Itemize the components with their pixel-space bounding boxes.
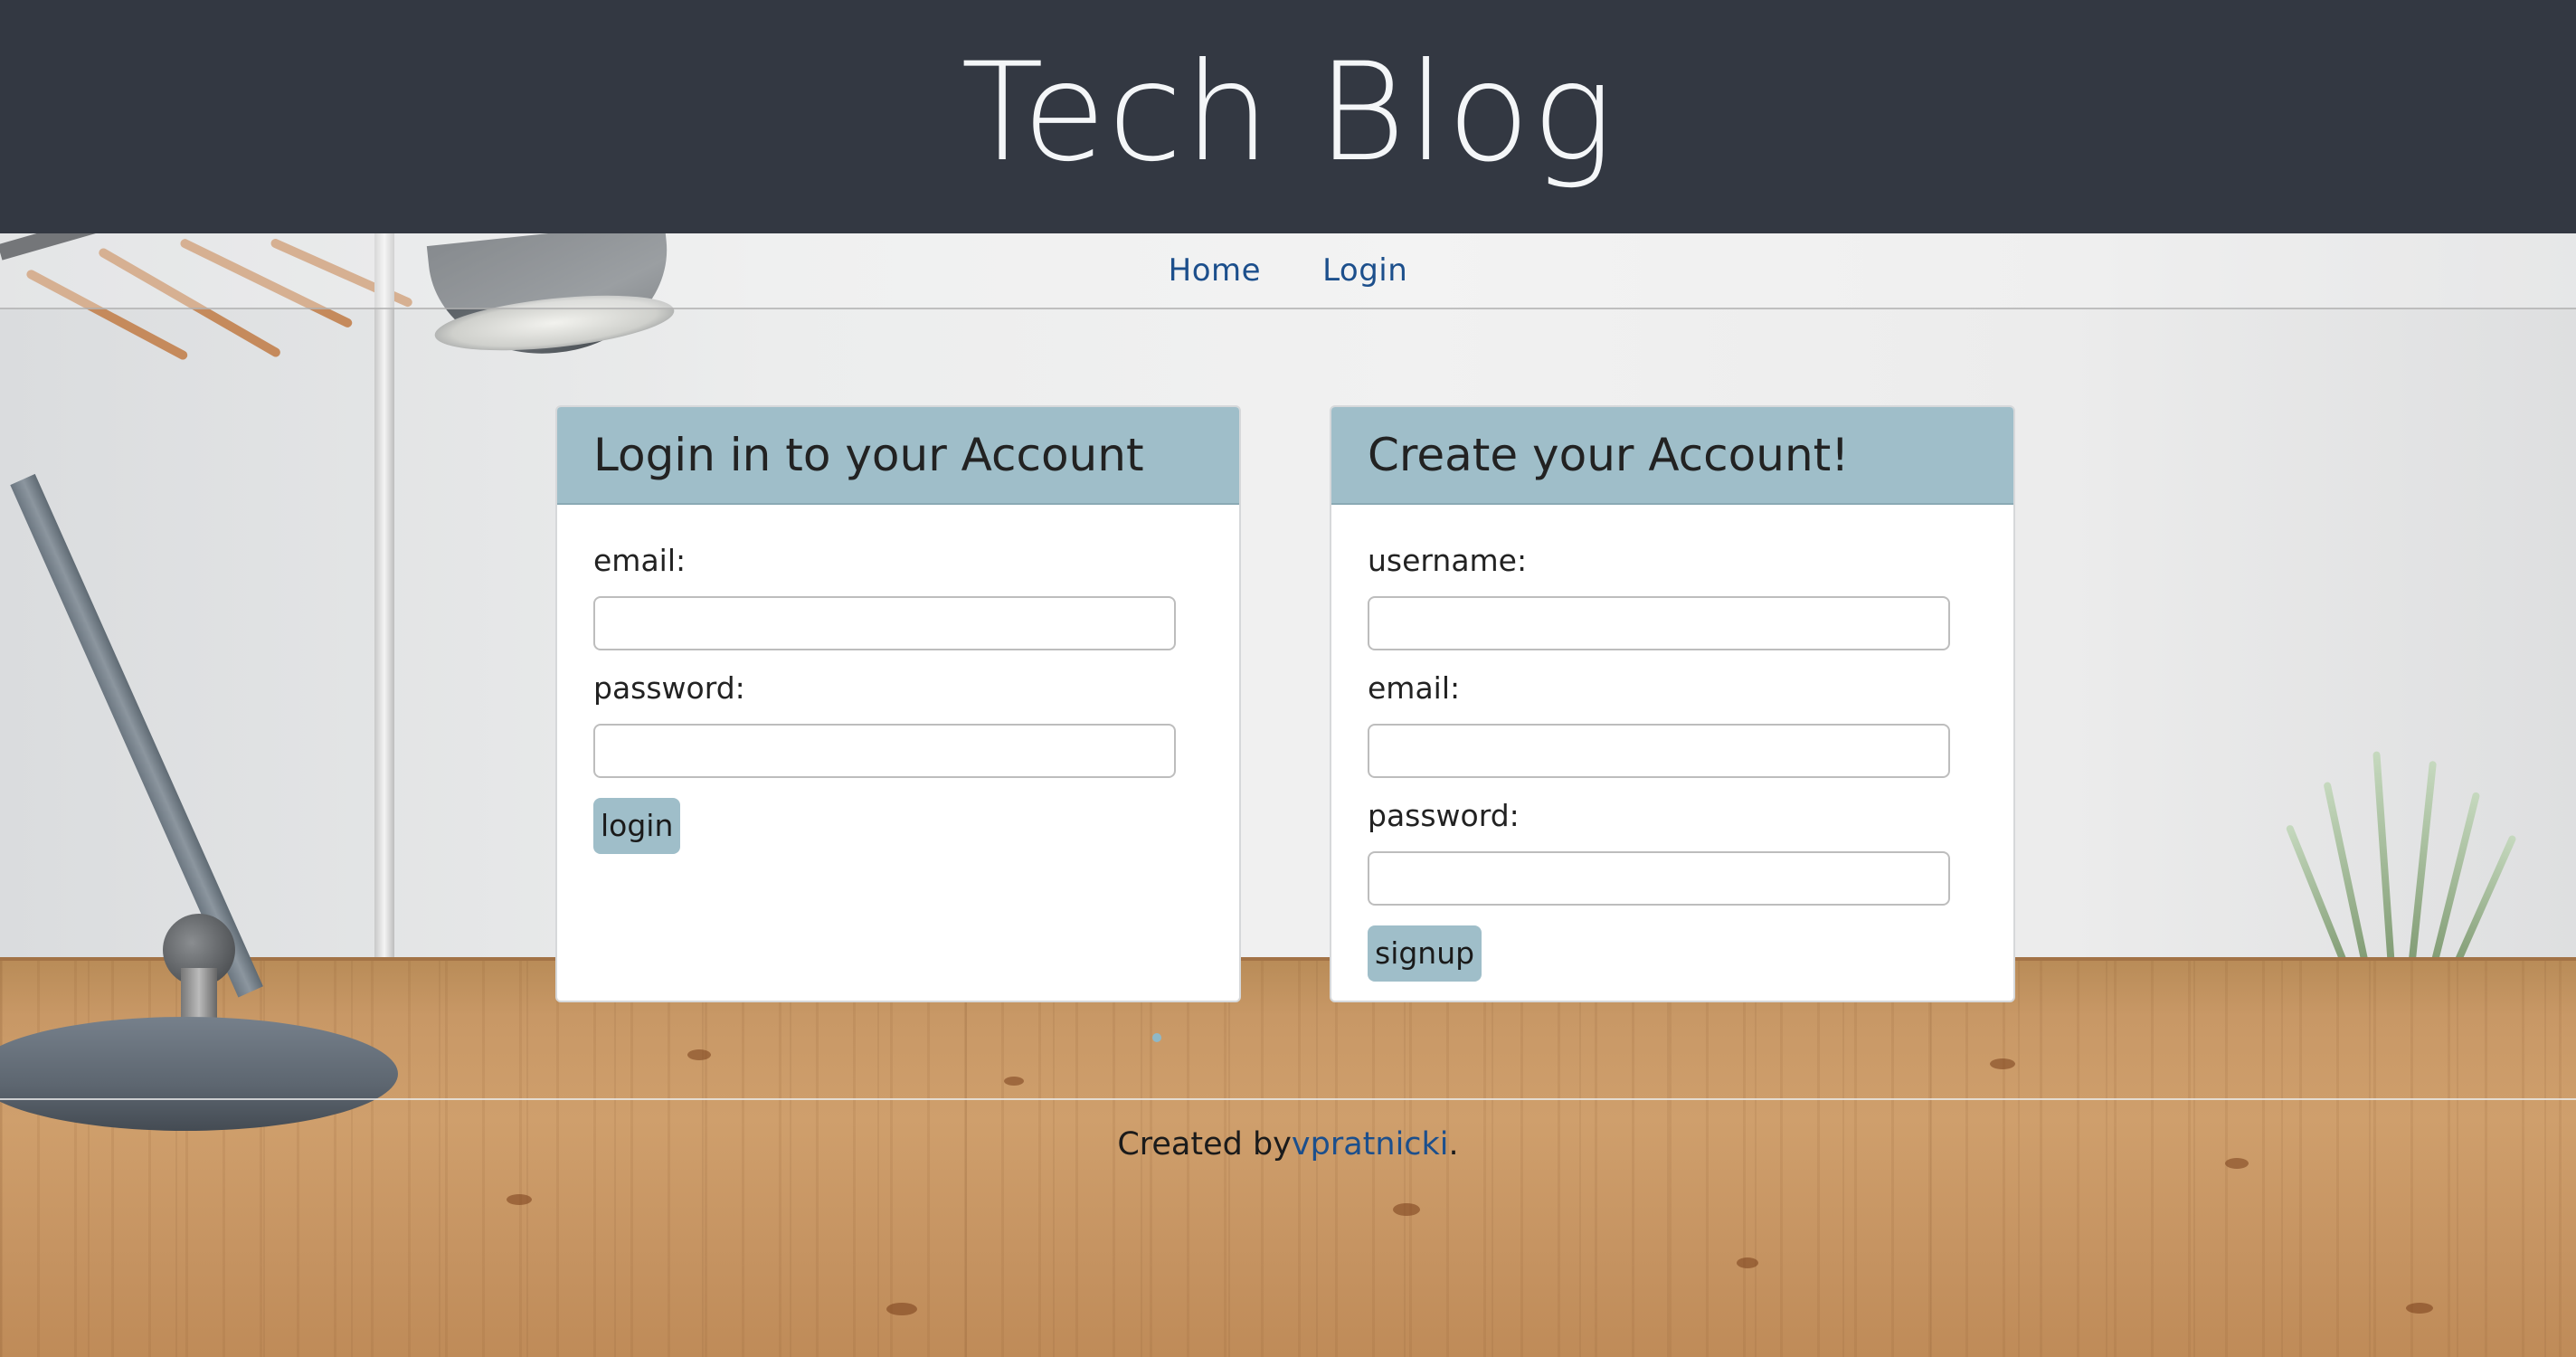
wood-knot [886, 1303, 917, 1315]
main-nav: Home Login [0, 233, 2576, 309]
login-form: email: password: login [557, 505, 1239, 854]
login-button[interactable]: login [593, 798, 681, 854]
floor-lamp-pole [374, 233, 394, 966]
site-footer: Created byvpratnicki. [0, 1126, 2576, 1162]
decorative-dot [1152, 1033, 1161, 1042]
wood-knot [1393, 1203, 1420, 1216]
signup-email-input[interactable] [1368, 724, 1950, 778]
wood-knot [687, 1049, 711, 1060]
signup-card-header: Create your Account! [1331, 407, 2013, 505]
signup-password-label: password: [1368, 798, 1520, 833]
signup-username-input[interactable] [1368, 596, 1950, 650]
login-email-label: email: [593, 543, 687, 578]
site-header: Tech Blog [0, 0, 2576, 233]
signup-email-label: email: [1368, 670, 1461, 706]
login-card: Login in to your Account email: password… [555, 405, 1241, 1002]
footer-credit-suffix: . [1448, 1126, 1459, 1162]
nav-link-login[interactable]: Login [1322, 252, 1407, 289]
login-email-input[interactable] [593, 596, 1176, 650]
footer-divider [0, 1098, 2576, 1100]
footer-author-link[interactable]: vpratnicki [1292, 1126, 1449, 1162]
footer-credit-prefix: Created by [1117, 1126, 1292, 1162]
login-card-header: Login in to your Account [557, 407, 1239, 505]
wood-knot [1990, 1058, 2015, 1069]
site-title: Tech Blog [961, 34, 1615, 192]
login-password-input[interactable] [593, 724, 1176, 778]
nav-link-home[interactable]: Home [1169, 252, 1261, 289]
wood-knot [1737, 1257, 1758, 1268]
wood-knot [507, 1194, 532, 1205]
wood-knot [1004, 1077, 1024, 1086]
wood-knot [2406, 1303, 2433, 1314]
signup-form: username: email: password: signup [1331, 505, 2013, 982]
signup-button[interactable]: signup [1368, 925, 1482, 982]
signup-username-label: username: [1368, 543, 1528, 578]
signup-card: Create your Account! username: email: pa… [1330, 405, 2015, 1002]
signup-password-input[interactable] [1368, 851, 1950, 906]
login-card-title: Login in to your Account [593, 429, 1144, 481]
login-password-label: password: [593, 670, 745, 706]
signup-card-title: Create your Account! [1368, 429, 1850, 481]
